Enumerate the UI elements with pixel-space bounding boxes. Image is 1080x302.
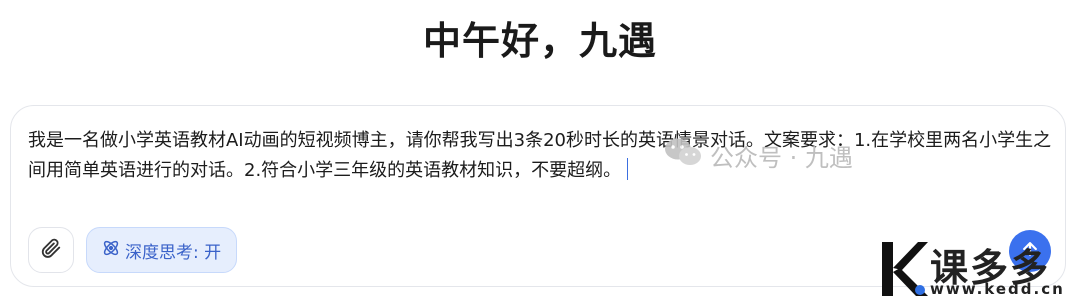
- text-caret: [627, 158, 629, 180]
- watermark: 公众号 · 九遇: [664, 137, 853, 173]
- watermark-text: 公众号 · 九遇: [710, 143, 853, 172]
- wechat-icon: [664, 137, 702, 173]
- page: 中午好，九遇 我是一名做小学英语教材AI动画的短视频博主，请你帮我写出3条20秒…: [0, 0, 1080, 302]
- deep-think-toggle[interactable]: 深度思考: 开: [86, 227, 238, 273]
- attach-button[interactable]: [28, 227, 74, 273]
- prompt-text: 我是一名做小学英语教材AI动画的短视频博主，请你帮我写出3条20秒时长的英语情景…: [28, 130, 1052, 181]
- prompt-input[interactable]: 我是一名做小学英语教材AI动画的短视频博主，请你帮我写出3条20秒时长的英语情景…: [28, 126, 1052, 186]
- brand-url: www.kedd.cn: [930, 280, 1065, 298]
- paperclip-icon: [40, 237, 62, 263]
- deep-think-label: 深度思考: 开: [125, 242, 222, 263]
- brand-k-logo-icon: [882, 242, 928, 296]
- atom-icon: [101, 238, 121, 263]
- greeting-title: 中午好，九遇: [422, 19, 657, 63]
